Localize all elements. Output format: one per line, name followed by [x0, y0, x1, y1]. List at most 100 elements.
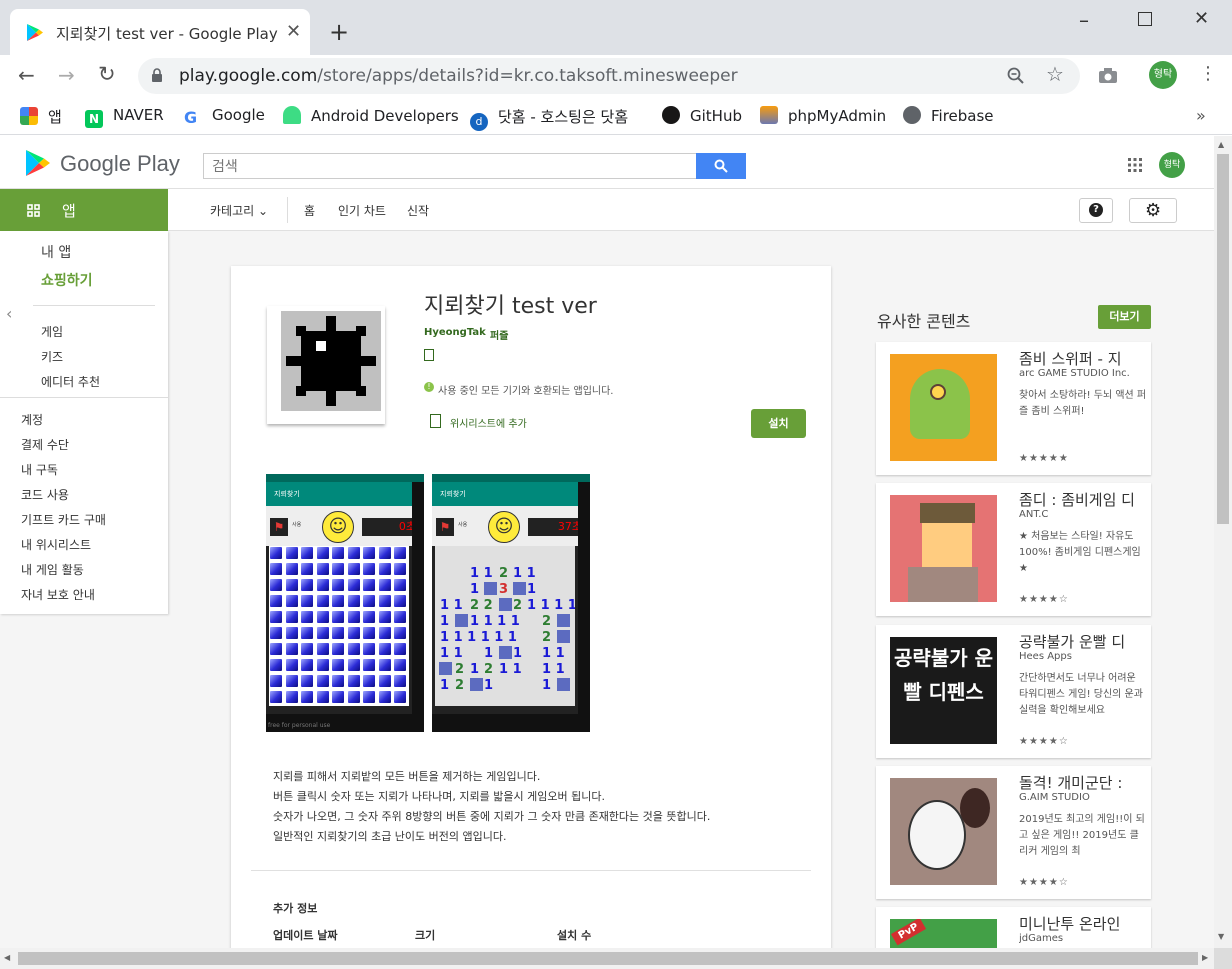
sidebar-item-game-activity[interactable]: 내 게임 활동: [21, 561, 84, 578]
screenshot-2[interactable]: 지뢰찾기 ⚑ 사용 ☺ 37초 1 121 1 131 1 12 221 1 1…: [432, 474, 590, 732]
sidebar-item-redeem[interactable]: 코드 사용: [21, 486, 69, 503]
divider: [287, 197, 288, 223]
description-line: 지뢰를 피해서 지뢰밭의 모든 버튼을 제거하는 게임입니다.: [273, 770, 541, 783]
similar-app-card[interactable]: 좀비 스위퍼 - 지 arc GAME STUDIO Inc. 찾아서 소탕하라…: [876, 342, 1151, 475]
mine-cell: [331, 546, 345, 560]
scroll-right-icon[interactable]: ▶: [1202, 953, 1208, 962]
new-tab-icon[interactable]: +: [329, 18, 349, 46]
sidebar-item-account[interactable]: 계정: [21, 411, 43, 428]
sidebar-item-gift-card[interactable]: 기프트 카드 구매: [21, 511, 106, 528]
browser-toolbar: ← → ↻ play.google.com/store/apps/details…: [0, 55, 1232, 97]
bookmark-naver[interactable]: N NAVER: [85, 106, 164, 128]
similar-app-card[interactable]: 공략불가 운빨 디펜스 공략불가 운빨 디 Hees Apps 간단하면서도 너…: [876, 625, 1151, 758]
developer-link[interactable]: HyeongTak: [424, 327, 486, 338]
bookmark-github[interactable]: GitHub: [662, 106, 742, 128]
bookmark-star-icon[interactable]: ☆: [1046, 62, 1064, 86]
sidebar-item-wishlist[interactable]: 내 위시리스트: [21, 536, 91, 553]
similar-app-card[interactable]: 돌격! 개미군단 : G.AIM STUDIO 2019년도 최고의 게임!!이…: [876, 766, 1151, 899]
svg-text:1: 1: [542, 678, 551, 693]
bookmark-phpmyadmin[interactable]: phpMyAdmin: [760, 106, 886, 128]
settings-button[interactable]: ⚙: [1129, 198, 1177, 223]
bookmark-firebase[interactable]: Firebase: [903, 106, 994, 128]
browser-tab[interactable]: 지뢰찾기 test ver - Google Play ✕: [10, 9, 310, 55]
sidebar-item-kids[interactable]: 키즈: [41, 348, 63, 365]
scroll-up-icon[interactable]: ▲: [1218, 140, 1224, 149]
google-play-logo-text[interactable]: Google Play: [60, 151, 180, 177]
scroll-down-icon[interactable]: ▼: [1218, 932, 1224, 941]
screenshot-1[interactable]: 지뢰찾기 ⚑ 사용 ☺ 0초 free for personal use: [266, 474, 424, 732]
svg-text:2: 2: [542, 614, 551, 629]
play-search-input[interactable]: [203, 153, 697, 179]
close-tab-icon[interactable]: ✕: [286, 21, 301, 42]
vertical-scrollbar[interactable]: ▲ ▼: [1214, 136, 1232, 948]
collapse-sidebar-icon[interactable]: ‹: [6, 304, 12, 323]
sidebar-item-payment[interactable]: 결제 수단: [21, 436, 69, 453]
mine-cell: [346, 690, 361, 704]
google-play-logo-icon[interactable]: [25, 149, 51, 177]
similar-app-developer: arc GAME STUDIO Inc.: [1019, 368, 1130, 379]
horizontal-scroll-thumb[interactable]: [18, 952, 1198, 965]
similar-app-card[interactable]: PvP 미니난투 온라인 jdGames: [876, 907, 1151, 948]
mine-cell: [284, 562, 299, 576]
similar-app-icon: [890, 354, 997, 461]
sidebar-item-subscriptions[interactable]: 내 구독: [21, 461, 58, 478]
app-bar: 지뢰찾기: [266, 482, 424, 506]
reload-icon[interactable]: ↻: [98, 62, 116, 86]
maximize-icon[interactable]: [1138, 12, 1152, 26]
forward-icon[interactable]: →: [58, 63, 75, 87]
sidebar-item-shop[interactable]: 쇼핑하기: [41, 270, 93, 290]
mine-cell: [362, 642, 376, 656]
browser-profile-avatar[interactable]: 형탁: [1149, 61, 1177, 89]
mine-cell: [269, 674, 283, 688]
install-button[interactable]: 설치: [751, 409, 806, 438]
svg-text:1 1: 1 1: [513, 566, 536, 581]
mine-cell: [393, 690, 407, 704]
scroll-left-icon[interactable]: ◀: [4, 953, 10, 962]
sidebar-item-my-apps[interactable]: 내 앱: [41, 242, 71, 262]
divider: [33, 305, 155, 306]
url-text: play.google.com/store/apps/details?id=kr…: [179, 66, 738, 86]
sidebar-item-parental-guide[interactable]: 자녀 보호 안내: [21, 586, 95, 603]
more-button[interactable]: 더보기: [1098, 305, 1151, 329]
wishlist-button[interactable]: 위시리스트에 추가: [450, 415, 527, 430]
category-link[interactable]: 퍼즐: [490, 327, 508, 342]
svg-text:1: 1: [484, 646, 493, 661]
more-bookmarks-icon[interactable]: »: [1196, 106, 1206, 128]
bookmark-dothome[interactable]: d 닷홈 - 호스팅은 닷홈: [470, 106, 628, 131]
sidebar-item-editors-choice[interactable]: 에디터 추천: [41, 373, 100, 390]
mine-cell: [331, 642, 345, 656]
search-button[interactable]: [696, 153, 746, 179]
mine-cell: [300, 578, 314, 592]
menu-icon[interactable]: ⋮: [1199, 63, 1217, 84]
back-icon[interactable]: ←: [18, 63, 35, 87]
nav-new[interactable]: 신작: [407, 202, 429, 219]
nav-home[interactable]: 홈: [304, 202, 315, 219]
mine-cell: [331, 562, 345, 576]
help-button[interactable]: ?: [1079, 198, 1113, 223]
minefield-grid: [269, 546, 409, 706]
mine-cell: [269, 626, 283, 640]
category-dropdown[interactable]: 카테고리 ⌄: [210, 202, 268, 219]
nav-top-charts[interactable]: 인기 차트: [338, 202, 386, 219]
zombie-art: [910, 369, 970, 439]
minimize-icon[interactable]: –: [1079, 8, 1089, 32]
address-bar[interactable]: play.google.com/store/apps/details?id=kr…: [138, 58, 1080, 94]
globe-icon: [903, 106, 921, 124]
horizontal-scrollbar[interactable]: ◀ ▶: [0, 948, 1214, 969]
zoom-icon[interactable]: [1007, 67, 1025, 85]
wishlist-icon[interactable]: [430, 414, 441, 428]
similar-app-card[interactable]: 좀디 : 좀비게임 디 ANT.C ★ 처음보는 스타일! 자유도 100%! …: [876, 483, 1151, 616]
google-apps-icon[interactable]: [1128, 158, 1142, 172]
apps-tab[interactable]: 앱: [0, 189, 168, 231]
vertical-scroll-thumb[interactable]: [1217, 154, 1229, 524]
face-art: [922, 523, 972, 568]
watermark: free for personal use: [268, 722, 331, 729]
sub-navigation: 카테고리 ⌄ 홈 인기 차트 신작 ? ⚙: [168, 189, 1214, 231]
bookmark-android-developers[interactable]: Android Developers: [283, 106, 459, 128]
bookmark-google[interactable]: G Google: [184, 106, 265, 128]
bookmark-apps[interactable]: 앱: [20, 106, 62, 128]
sidebar-item-games[interactable]: 게임: [41, 323, 63, 340]
camera-icon[interactable]: [1098, 67, 1118, 84]
play-profile-avatar[interactable]: 형탁: [1159, 152, 1185, 178]
close-window-icon[interactable]: ✕: [1194, 8, 1209, 29]
